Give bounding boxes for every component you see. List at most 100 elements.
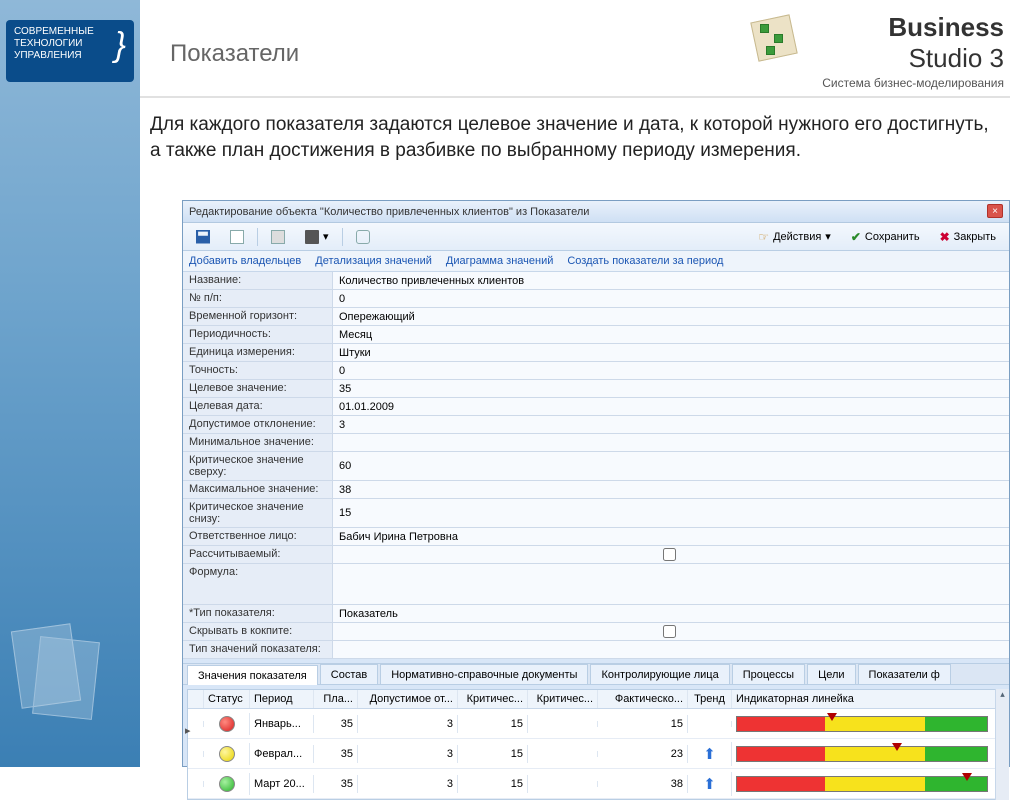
field-target[interactable] <box>339 383 1003 395</box>
link-add-owners[interactable]: Добавить владельцев <box>189 255 301 267</box>
cell-period: Март 20... <box>250 775 314 793</box>
grid-scrollbar[interactable]: ▴ <box>995 689 1009 800</box>
field-unit[interactable] <box>339 347 1003 359</box>
side-logo-l1: СОВРЕМЕННЫЕ <box>14 26 126 38</box>
lbl-unit: Единица измерения: <box>183 344 333 361</box>
cell-trend: ⬆ <box>688 772 732 796</box>
side-logo-l2: ТЕХНОЛОГИИ <box>14 38 126 50</box>
cell-dev: 3 <box>358 745 458 763</box>
check-hide[interactable] <box>663 625 676 638</box>
property-grid: Название: № п/п: Временной горизонт: Пер… <box>183 272 1009 659</box>
cell-indicator <box>732 773 1004 795</box>
brand-icon <box>748 16 804 64</box>
field-valtype[interactable] <box>339 644 1003 656</box>
tab-more[interactable]: Показатели ф <box>858 664 951 684</box>
hdr-status[interactable]: Статус <box>204 690 250 708</box>
field-horizon[interactable] <box>339 311 1003 323</box>
lbl-target: Целевое значение: <box>183 380 333 397</box>
link-create-period[interactable]: Создать показатели за период <box>567 255 723 267</box>
values-grid: Статус Период Пла... Допустимое от... Кр… <box>187 689 1005 800</box>
status-light-yellow-icon <box>219 746 235 762</box>
table-row[interactable]: Феврал...3531523⬆ <box>188 739 1004 769</box>
field-precision[interactable] <box>339 365 1003 377</box>
side-decor <box>10 617 120 737</box>
lbl-resp: Ответственное лицо: <box>183 528 333 545</box>
grid-icon-button[interactable] <box>264 227 292 247</box>
close-icon[interactable]: × <box>987 204 1003 218</box>
tab-goals[interactable]: Цели <box>807 664 855 684</box>
indicator-bar <box>736 746 988 762</box>
app-window: Редактирование объекта "Количество привл… <box>182 200 1010 767</box>
field-resp[interactable] <box>339 531 1003 543</box>
hdr-crit[interactable]: Критичес... <box>458 690 528 708</box>
indicator-bar <box>736 716 988 732</box>
field-formula[interactable] <box>339 578 1003 590</box>
tab-composition[interactable]: Состав <box>320 664 378 684</box>
lbl-critdown: Критическое значение снизу: <box>183 499 333 527</box>
field-min[interactable] <box>339 437 1003 449</box>
close-button[interactable]: ✖Закрыть <box>933 228 1003 246</box>
hdr-crit2[interactable]: Критичес... <box>528 690 598 708</box>
tab-controllers[interactable]: Контролирующие лица <box>590 664 729 684</box>
link-icon-button[interactable] <box>349 227 377 247</box>
lbl-max: Максимальное значение: <box>183 481 333 498</box>
cell-crit2 <box>528 781 598 787</box>
cell-period: Январь... <box>250 715 314 733</box>
tab-processes[interactable]: Процессы <box>732 664 805 684</box>
cell-plan: 35 <box>314 715 358 733</box>
indicator-bar <box>736 776 988 792</box>
cell-fact: 15 <box>598 715 688 733</box>
tabs: Значения показателя Состав Нормативно-сп… <box>183 663 1009 685</box>
lbl-name: Название: <box>183 272 333 289</box>
hdr-fact[interactable]: Фактическо... <box>598 690 688 708</box>
field-period[interactable] <box>339 329 1003 341</box>
table-row[interactable]: ▸Январь...3531515 <box>188 709 1004 739</box>
lbl-dev: Допустимое отклонение: <box>183 416 333 433</box>
lbl-formula: Формула: <box>183 564 333 604</box>
cell-dev: 3 <box>358 775 458 793</box>
brand-logo: Business Studio 3 Система бизнес-моделир… <box>822 12 1004 90</box>
hdr-plan[interactable]: Пла... <box>314 690 358 708</box>
save-button[interactable]: ✔Сохранить <box>844 228 927 246</box>
hdr-dev[interactable]: Допустимое от... <box>358 690 458 708</box>
side-logo: } СОВРЕМЕННЫЕ ТЕХНОЛОГИИ УПРАВЛЕНИЯ <box>6 20 134 82</box>
lbl-calc: Рассчитываемый: <box>183 546 333 563</box>
field-type[interactable] <box>339 608 1003 620</box>
brand-line2: Studio 3 <box>909 43 1004 73</box>
cell-crit: 15 <box>458 775 528 793</box>
lbl-critup: Критическое значение сверху: <box>183 452 333 480</box>
doc-icon-button[interactable] <box>223 227 251 247</box>
hdr-trend[interactable]: Тренд <box>688 690 732 708</box>
side-logo-l3: УПРАВЛЕНИЯ <box>14 50 126 62</box>
link-detail[interactable]: Детализация значений <box>315 255 432 267</box>
print-icon-button[interactable]: ▾ <box>298 227 336 247</box>
field-critdown[interactable] <box>339 507 1003 519</box>
cell-fact: 23 <box>598 745 688 763</box>
table-row[interactable]: Март 20...3531538⬆ <box>188 769 1004 799</box>
tab-docs[interactable]: Нормативно-справочные документы <box>380 664 588 684</box>
field-critup[interactable] <box>339 460 1003 472</box>
hdr-indicator[interactable]: Индикаторная линейка <box>732 690 1004 708</box>
field-name[interactable] <box>339 275 1003 287</box>
link-chart[interactable]: Диаграмма значений <box>446 255 553 267</box>
save-icon-button[interactable] <box>189 227 217 247</box>
grid-header: Статус Период Пла... Допустимое от... Кр… <box>188 690 1004 709</box>
cell-plan: 35 <box>314 745 358 763</box>
tab-values[interactable]: Значения показателя <box>187 665 318 685</box>
hdr-period[interactable]: Период <box>250 690 314 708</box>
cell-indicator <box>732 743 1004 765</box>
actions-button[interactable]: ☞Действия ▾ <box>751 227 838 247</box>
field-npp[interactable] <box>339 293 1003 305</box>
lbl-tdate: Целевая дата: <box>183 398 333 415</box>
cell-trend: ⬆ <box>688 742 732 766</box>
brand-sub: Система бизнес-моделирования <box>822 76 1004 90</box>
field-tdate[interactable] <box>339 401 1003 413</box>
lbl-valtype: Тип значений показателя: <box>183 641 333 658</box>
brand-line1: Business <box>888 12 1004 42</box>
field-max[interactable] <box>339 484 1003 496</box>
linkbar: Добавить владельцев Детализация значений… <box>183 251 1009 272</box>
lbl-type: *Тип показателя: <box>183 605 333 622</box>
check-calc[interactable] <box>663 548 676 561</box>
cell-period: Феврал... <box>250 745 314 763</box>
field-dev[interactable] <box>339 419 1003 431</box>
